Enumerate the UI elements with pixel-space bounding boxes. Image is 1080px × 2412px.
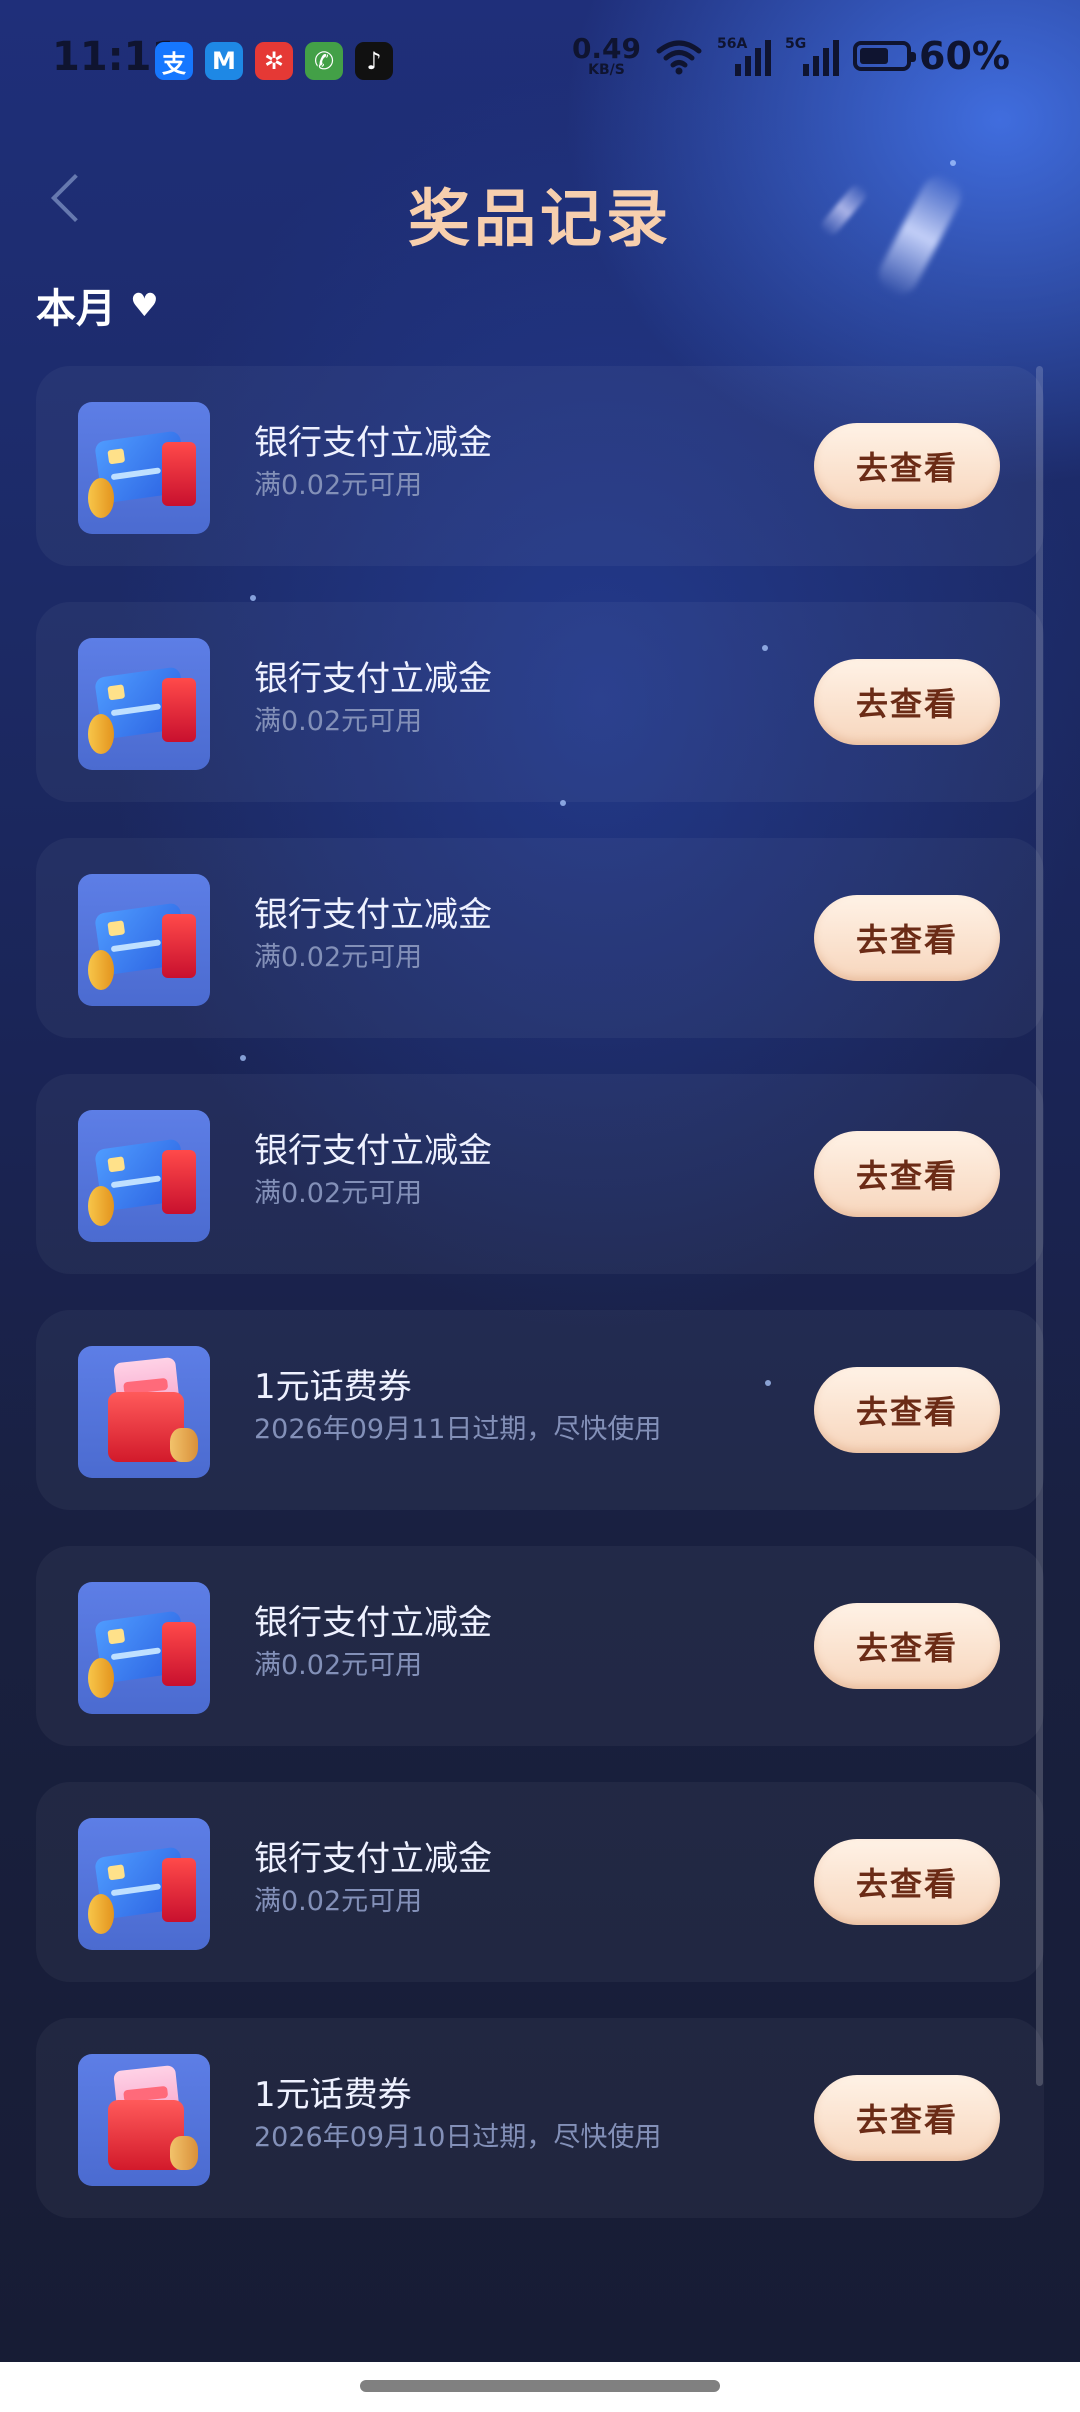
home-indicator[interactable] — [360, 2380, 720, 2392]
battery-icon — [853, 41, 917, 71]
scrollbar[interactable] — [1036, 366, 1043, 2086]
reward-name: 银行支付立减金 — [254, 1839, 492, 1879]
reward-list: 银行支付立减金 满0.02元可用 去查看 银行支付立减金 满0.02元可用 去查… — [36, 366, 1044, 2254]
reward-desc: 2026年09月10日过期，尽快使用 — [254, 2122, 662, 2153]
reward-item: 1元话费券 2026年09月11日过期，尽快使用 去查看 — [36, 1310, 1044, 1510]
bank-card-icon — [78, 1818, 210, 1950]
bank-card-icon — [78, 638, 210, 770]
bank-card-icon — [78, 402, 210, 534]
month-filter-dropdown[interactable]: 本月 ♥ — [36, 276, 160, 334]
phone-voucher-icon — [78, 2054, 210, 2186]
signal-icon: 5G — [785, 36, 840, 76]
reward-name: 银行支付立减金 — [254, 895, 492, 935]
battery-percent: 60% — [919, 34, 1010, 78]
view-button[interactable]: 去查看 — [814, 659, 1000, 745]
reward-desc: 满0.02元可用 — [254, 942, 423, 973]
page-title: 奖品记录 — [407, 182, 672, 255]
navigation-bar — [0, 2362, 1080, 2412]
view-button[interactable]: 去查看 — [814, 1367, 1000, 1453]
notification-icons: 支 M ✲ ✆ ♪ — [155, 42, 393, 80]
month-filter-label: 本月 — [36, 286, 116, 332]
reward-item: 银行支付立减金 满0.02元可用 去查看 — [36, 838, 1044, 1038]
reward-desc: 满0.02元可用 — [254, 470, 423, 501]
reward-item: 银行支付立减金 满0.02元可用 去查看 — [36, 1546, 1044, 1746]
alipay-icon: 支 — [155, 42, 193, 80]
heart-dropdown-icon: ♥ — [130, 286, 159, 324]
wifi-icon — [656, 40, 702, 75]
bank-card-icon — [78, 1582, 210, 1714]
view-button[interactable]: 去查看 — [814, 1131, 1000, 1217]
speed-unit: KB/S — [588, 62, 625, 78]
maps-icon: M — [205, 42, 243, 80]
bank-card-icon — [78, 1110, 210, 1242]
view-button[interactable]: 去查看 — [814, 1603, 1000, 1689]
phone-voucher-icon — [78, 1346, 210, 1478]
reward-desc: 满0.02元可用 — [254, 1178, 423, 1209]
reward-desc: 满0.02元可用 — [254, 1886, 423, 1917]
reward-desc: 2026年09月11日过期，尽快使用 — [254, 1414, 662, 1445]
reward-desc: 满0.02元可用 — [254, 1650, 423, 1681]
star-decoration — [950, 160, 956, 166]
reward-name: 银行支付立减金 — [254, 1603, 492, 1643]
view-button[interactable]: 去查看 — [814, 1839, 1000, 1925]
reward-name: 1元话费券 — [254, 2075, 412, 2115]
reward-item: 银行支付立减金 满0.02元可用 去查看 — [36, 602, 1044, 802]
tiktok-icon: ♪ — [355, 42, 393, 80]
reward-desc: 满0.02元可用 — [254, 706, 423, 737]
reward-name: 银行支付立减金 — [254, 659, 492, 699]
bank-card-icon — [78, 874, 210, 1006]
status-bar: 11:11 支 M ✲ ✆ ♪ 0.49 KB/S 56A 5G 60% — [0, 0, 1080, 120]
view-button[interactable]: 去查看 — [814, 423, 1000, 509]
view-button[interactable]: 去查看 — [814, 2075, 1000, 2161]
network-speed: 0.49 KB/S — [571, 32, 642, 78]
reward-item: 1元话费券 2026年09月10日过期，尽快使用 去查看 — [36, 2018, 1044, 2218]
huawei-app-icon: ✲ — [255, 42, 293, 80]
status-right: 0.49 KB/S 56A 5G 60% — [572, 34, 1010, 78]
reward-name: 银行支付立减金 — [254, 423, 492, 463]
phone-icon: ✆ — [305, 42, 343, 80]
reward-item: 银行支付立减金 满0.02元可用 去查看 — [36, 1782, 1044, 1982]
reward-name: 银行支付立减金 — [254, 1131, 492, 1171]
reward-item: 银行支付立减金 满0.02元可用 去查看 — [36, 1074, 1044, 1274]
reward-item: 银行支付立减金 满0.02元可用 去查看 — [36, 366, 1044, 566]
battery-indicator: 60% — [853, 34, 1010, 78]
reward-name: 1元话费券 — [254, 1367, 412, 1407]
signal-icon: 56A — [717, 36, 772, 76]
view-button[interactable]: 去查看 — [814, 895, 1000, 981]
speed-value: 0.49 — [571, 32, 642, 65]
